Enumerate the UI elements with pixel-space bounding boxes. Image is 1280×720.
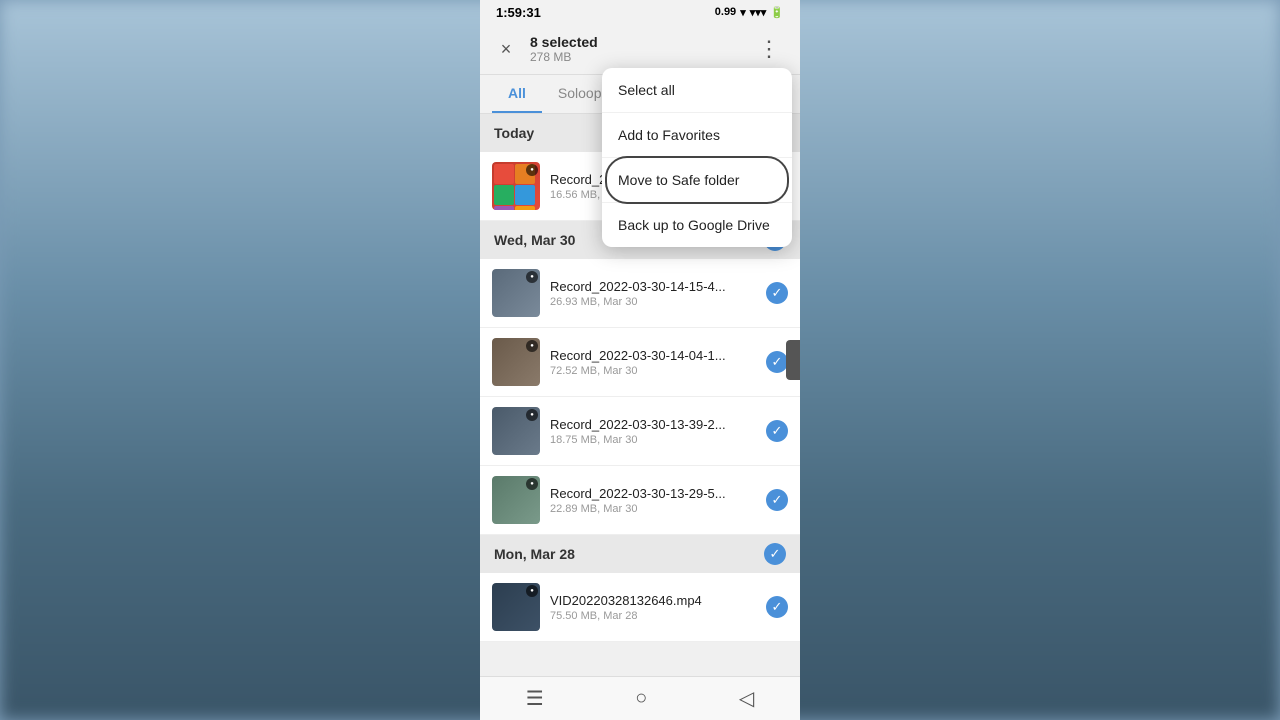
thumb-mini-6 <box>515 206 535 210</box>
file-name-wed-3: Record_2022-03-30-13-39-2... <box>550 417 756 432</box>
file-thumb-wed-2: ● <box>492 338 540 386</box>
file-check-wed-2[interactable]: ✓ <box>766 351 788 373</box>
dropdown-move-safe[interactable]: Move to Safe folder <box>602 158 792 203</box>
record-icon-wed-3: ● <box>526 409 538 421</box>
nav-home-icon[interactable]: ○ <box>635 687 647 710</box>
file-check-wed-4[interactable]: ✓ <box>766 489 788 511</box>
accessibility-button[interactable] <box>786 340 800 380</box>
top-bar-left: × 8 selected 278 MB <box>492 34 598 64</box>
record-icon-wed-1: ● <box>526 271 538 283</box>
nav-back-icon[interactable]: ◁ <box>739 686 754 711</box>
file-meta-mon-1: 75.50 MB, Mar 28 <box>550 610 756 622</box>
file-meta-wed-1: 26.93 MB, Mar 30 <box>550 296 756 308</box>
section-mon-check[interactable]: ✓ <box>764 543 786 565</box>
thumb-mini-5 <box>494 206 514 210</box>
more-button[interactable]: ⋮ <box>750 32 788 66</box>
record-icon: ● <box>526 164 538 176</box>
file-name-wed-4: Record_2022-03-30-13-29-5... <box>550 486 756 501</box>
thumb-mini-4 <box>515 185 535 205</box>
dropdown-select-all[interactable]: Select all <box>602 68 792 113</box>
file-name-wed-1: Record_2022-03-30-14-15-4... <box>550 279 756 294</box>
file-meta-wed-4: 22.89 MB, Mar 30 <box>550 503 756 515</box>
close-icon: × <box>501 39 512 60</box>
wifi-icon: 0.99 <box>715 6 736 18</box>
signal-bars: ▾▾▾ <box>750 6 767 19</box>
file-item-wed-3[interactable]: ● Record_2022-03-30-13-39-2... 18.75 MB,… <box>480 397 800 466</box>
thumb-mini-3 <box>494 185 514 205</box>
file-item-mon-1[interactable]: ● VID20220328132646.mp4 75.50 MB, Mar 28… <box>480 573 800 642</box>
file-info-mon-1: VID20220328132646.mp4 75.50 MB, Mar 28 <box>550 593 756 622</box>
status-icons: 0.99 ▾ ▾▾▾ 🔋 <box>715 6 784 19</box>
file-thumb-wed-3: ● <box>492 407 540 455</box>
record-icon-wed-2: ● <box>526 340 538 352</box>
thumb-mini-1 <box>494 164 514 184</box>
nav-menu-icon[interactable]: ☰ <box>526 686 544 711</box>
battery-icon: 🔋 <box>770 6 784 19</box>
file-name-wed-2: Record_2022-03-30-14-04-1... <box>550 348 756 363</box>
selection-count: 8 selected <box>530 34 598 50</box>
file-check-mon-1[interactable]: ✓ <box>766 596 788 618</box>
file-info-wed-2: Record_2022-03-30-14-04-1... 72.52 MB, M… <box>550 348 756 377</box>
file-thumb-wed-4: ● <box>492 476 540 524</box>
section-wed-title: Wed, Mar 30 <box>494 232 575 248</box>
status-time: 1:59:31 <box>496 5 541 20</box>
bottom-nav: ☰ ○ ◁ <box>480 676 800 720</box>
file-info-wed-3: Record_2022-03-30-13-39-2... 18.75 MB, M… <box>550 417 756 446</box>
status-bar: 1:59:31 0.99 ▾ ▾▾▾ 🔋 <box>480 0 800 24</box>
file-item-wed-2[interactable]: ● Record_2022-03-30-14-04-1... 72.52 MB,… <box>480 328 800 397</box>
section-mon-mar28: Mon, Mar 28 ✓ <box>480 535 800 573</box>
file-thumb-today-1: ● <box>492 162 540 210</box>
file-check-wed-3[interactable]: ✓ <box>766 420 788 442</box>
file-thumb-wed-1: ● <box>492 269 540 317</box>
file-info-wed-4: Record_2022-03-30-13-29-5... 22.89 MB, M… <box>550 486 756 515</box>
record-icon-wed-4: ● <box>526 478 538 490</box>
file-thumb-mon-1: ● <box>492 583 540 631</box>
selection-info: 8 selected 278 MB <box>530 34 598 64</box>
file-info-wed-1: Record_2022-03-30-14-15-4... 26.93 MB, M… <box>550 279 756 308</box>
dropdown-menu: Select all Add to Favorites Move to Safe… <box>602 68 792 247</box>
phone-frame: 1:59:31 0.99 ▾ ▾▾▾ 🔋 × 8 selected 278 MB… <box>480 0 800 720</box>
selection-size: 278 MB <box>530 50 598 64</box>
dropdown-add-favorites[interactable]: Add to Favorites <box>602 113 792 158</box>
file-check-wed-1[interactable]: ✓ <box>766 282 788 304</box>
file-name-mon-1: VID20220328132646.mp4 <box>550 593 756 608</box>
close-button[interactable]: × <box>492 35 520 63</box>
file-item-wed-4[interactable]: ● Record_2022-03-30-13-29-5... 22.89 MB,… <box>480 466 800 535</box>
tab-all[interactable]: All <box>492 75 542 113</box>
section-today-title: Today <box>494 125 534 141</box>
file-meta-wed-2: 72.52 MB, Mar 30 <box>550 365 756 377</box>
file-item-wed-1[interactable]: ● Record_2022-03-30-14-15-4... 26.93 MB,… <box>480 259 800 328</box>
section-mon-title: Mon, Mar 28 <box>494 546 575 562</box>
record-icon-mon-1: ● <box>526 585 538 597</box>
file-meta-wed-3: 18.75 MB, Mar 30 <box>550 434 756 446</box>
signal-icon: ▾ <box>740 6 746 19</box>
dropdown-backup-drive[interactable]: Back up to Google Drive <box>602 203 792 247</box>
